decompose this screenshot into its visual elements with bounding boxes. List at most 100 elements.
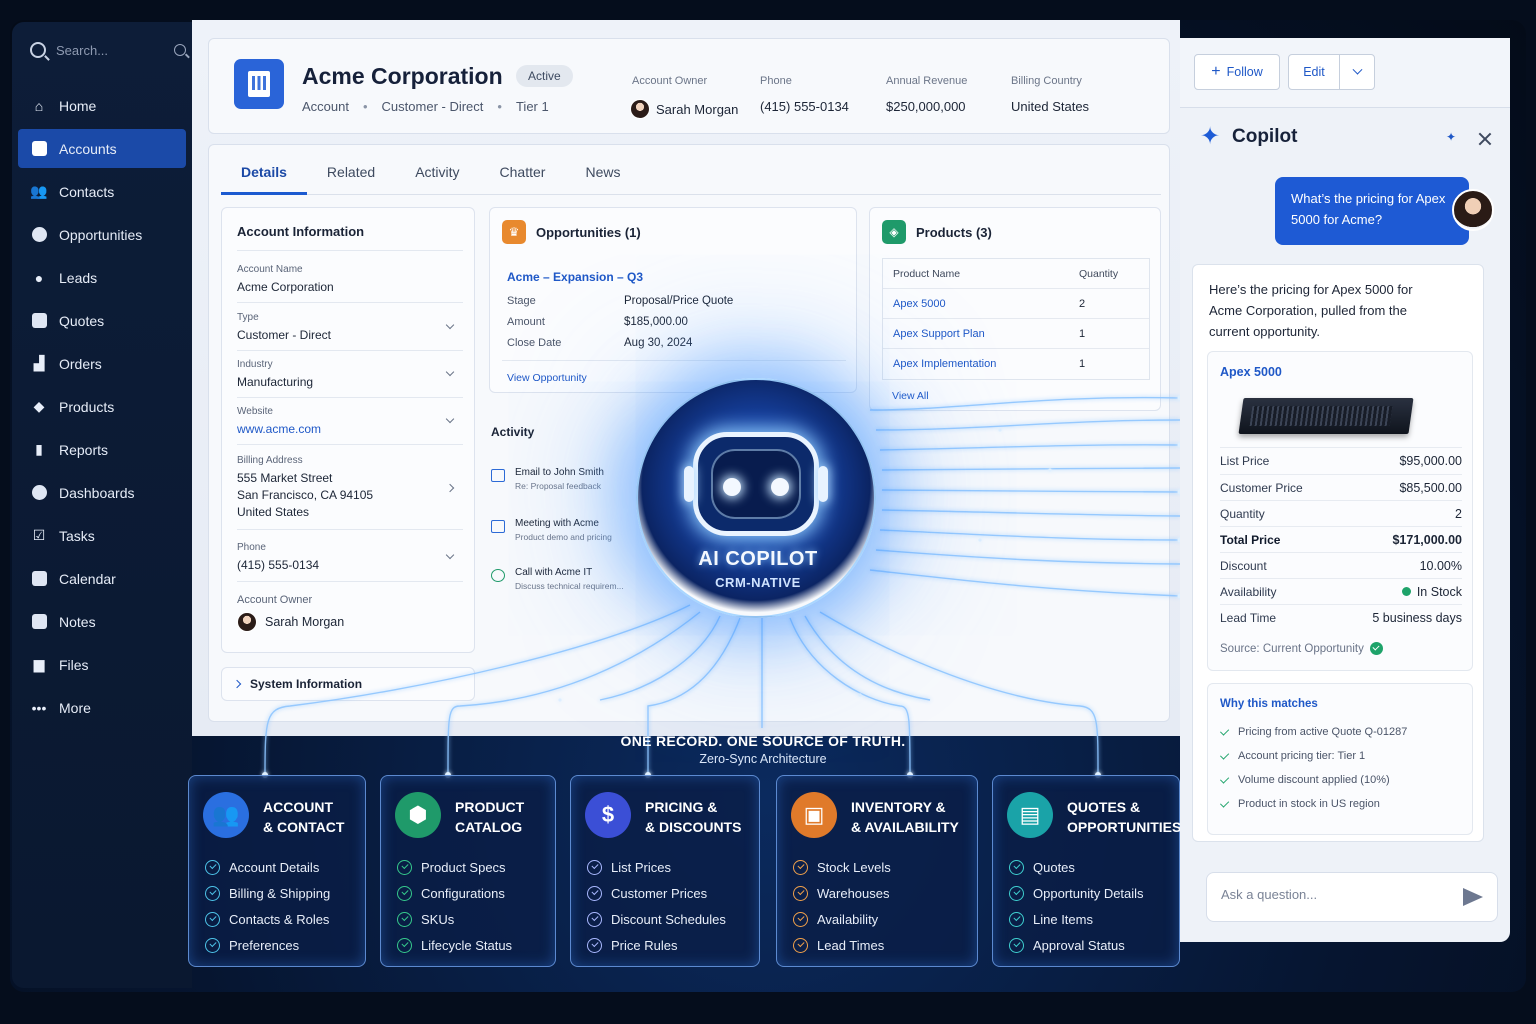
card-title-line: OPPORTUNITIES — [1067, 819, 1182, 835]
panel-title: Account Information — [237, 224, 365, 239]
reason-text: Product in stock in US region — [1238, 798, 1380, 810]
revenue-value: $250,000,000 — [886, 99, 966, 114]
reason-text: Volume discount applied (10%) — [1238, 774, 1390, 786]
sidebar-item-label: Tasks — [59, 527, 95, 544]
table-row[interactable]: Apex 5000 2 — [883, 289, 1149, 319]
tab-news[interactable]: News — [565, 145, 640, 194]
check-circle-icon — [205, 859, 220, 875]
sidebar-item-label: Accounts — [59, 140, 117, 157]
orb-title: AI COPILOT — [698, 548, 818, 570]
field-label: Website — [237, 406, 273, 417]
sidebar-item-orders[interactable]: ▟ Orders — [18, 344, 186, 383]
owner-label: Account Owner — [632, 75, 708, 87]
more-actions-button[interactable] — [1339, 54, 1375, 90]
edit-button[interactable]: Edit — [1288, 54, 1340, 90]
price-value: 10.00% — [1419, 558, 1462, 573]
owner-value[interactable]: Sarah Morgan — [630, 99, 738, 119]
field-label: Industry — [237, 359, 273, 370]
sidebar-item-accounts[interactable]: Accounts — [18, 129, 186, 168]
sidebar-item-dashboards[interactable]: Dashboards — [18, 473, 186, 512]
sidebar-item-quotes[interactable]: Quotes — [18, 301, 186, 340]
sidebar-item-home[interactable]: ⌂ Home — [18, 86, 186, 125]
sidebar-item-opportunities[interactable]: Opportunities — [18, 215, 186, 254]
sidebar-item-products[interactable]: ◆ Products — [18, 387, 186, 426]
view-opportunity-link[interactable]: View Opportunity — [507, 372, 587, 384]
sidebar-item-leads[interactable]: ● Leads — [18, 258, 186, 297]
price-row: Quantity 2 — [1220, 500, 1462, 526]
tab-related[interactable]: Related — [307, 145, 395, 194]
activity-title-text: Email to John Smith — [515, 467, 604, 478]
opportunities-icon — [31, 227, 47, 243]
product-link[interactable]: Apex 5000 — [883, 298, 1079, 310]
robot-ear-right — [818, 466, 828, 502]
sidebar-item-reports[interactable]: ▮ Reports — [18, 430, 186, 469]
tab-details[interactable]: Details — [221, 145, 307, 195]
list-item: Line Items — [1009, 906, 1144, 932]
opportunity-link[interactable]: Acme – Expansion – Q3 — [507, 270, 643, 284]
orb-subtitle: CRM-NATIVE — [715, 575, 801, 590]
sidebar-item-files[interactable]: ▆ Files — [18, 645, 186, 684]
record-header: Acme Corporation Active Account • Custom… — [208, 38, 1170, 134]
ask-input[interactable] — [1221, 887, 1451, 902]
field-label: Account Owner — [237, 594, 313, 606]
sidebar-item-calendar[interactable]: Calendar — [18, 559, 186, 598]
divider — [237, 397, 463, 398]
sidebar-item-notes[interactable]: Notes — [18, 602, 186, 641]
quantity-cell: 1 — [1079, 358, 1086, 370]
system-information-toggle[interactable]: System Information — [221, 667, 475, 701]
list-item-label: Warehouses — [817, 885, 890, 901]
list-item-label: Availability — [817, 911, 879, 927]
check-circle-icon — [205, 911, 220, 927]
follow-button[interactable]: + Follow — [1194, 54, 1280, 90]
column-header: Product Name — [893, 267, 961, 280]
phone-icon — [491, 569, 505, 582]
sidebar-item-label: Opportunities — [59, 226, 143, 243]
field-industry[interactable]: Industry Manufacturing — [237, 359, 463, 391]
in-stock-dot-icon — [1401, 587, 1411, 596]
field-account-name: Account Name Acme Corporation — [237, 264, 463, 296]
list-item: Warehouses — [793, 880, 891, 906]
phone-value[interactable]: (415) 555-0134 — [760, 99, 849, 114]
sidebar-item-label: Calendar — [59, 570, 116, 587]
list-item: Account pricing tier: Tier 1 — [1219, 744, 1407, 768]
field-value: Customer - Direct — [237, 328, 332, 342]
products-table: Product Name Quantity Apex 5000 2 Apex Sup… — [882, 258, 1150, 380]
record-type: Account — [302, 99, 349, 114]
record-tabs: Details Related Activity Chatter News — [221, 145, 1161, 195]
send-icon[interactable] — [1463, 888, 1483, 906]
copilot-response: Here’s the pricing for Apex 5000 for Acm… — [1192, 264, 1484, 842]
field-phone[interactable]: Phone (415) 555-0134 — [237, 542, 463, 574]
reason-text: Pricing from active Quote Q-01287 — [1238, 726, 1408, 738]
pie-chart-icon — [31, 485, 47, 501]
tab-activity[interactable]: Activity — [395, 145, 479, 194]
tab-chatter[interactable]: Chatter — [480, 145, 566, 194]
product-title[interactable]: Apex 5000 — [1220, 365, 1282, 379]
copilot-title: Copilot — [1232, 126, 1298, 147]
field-billing-address[interactable]: Billing Address 555 Market Street San Fr… — [237, 455, 463, 521]
activity-subtitle: Product demo and pricing — [515, 532, 612, 542]
sidebar-item-contacts[interactable]: 👥 Contacts — [18, 172, 186, 211]
list-item-label: Stock Levels — [817, 859, 891, 875]
product-link[interactable]: Apex Support Plan — [883, 328, 1079, 340]
list-item-label: Product Specs — [421, 859, 506, 875]
close-icon[interactable] — [1478, 132, 1492, 146]
sparkle-small-icon[interactable]: ✦ — [1446, 130, 1456, 144]
table-row[interactable]: Apex Implementation 1 — [883, 349, 1149, 379]
sidebar: Search... ⌂ Home Accounts 👥 Contacts Oppor… — [12, 22, 192, 988]
sidebar-item-more[interactable]: ••• More — [18, 688, 186, 727]
field-account-owner[interactable]: Account Owner Sarah Morgan — [237, 594, 463, 632]
avatar — [237, 612, 257, 632]
opp-row-amount: Amount $185,000.00 — [507, 316, 847, 328]
table-row[interactable]: Apex Support Plan 1 — [883, 319, 1149, 349]
website-link[interactable]: www.acme.com — [237, 421, 463, 438]
card-title-line: & CONTACT — [263, 819, 345, 835]
field-website[interactable]: Website www.acme.com — [237, 406, 463, 438]
product-link[interactable]: Apex Implementation — [883, 358, 1079, 370]
search-submit-icon[interactable] — [174, 44, 186, 56]
feature-card-pricing-discounts: $ PRICING & & DISCOUNTS List Prices Custo… — [570, 775, 760, 967]
view-all-link[interactable]: View All — [892, 390, 929, 402]
field-type[interactable]: Type Customer - Direct — [237, 312, 463, 344]
avatar — [1452, 189, 1494, 231]
sidebar-item-tasks[interactable]: ☑ Tasks — [18, 516, 186, 555]
sidebar-search[interactable]: Search... — [30, 38, 186, 62]
